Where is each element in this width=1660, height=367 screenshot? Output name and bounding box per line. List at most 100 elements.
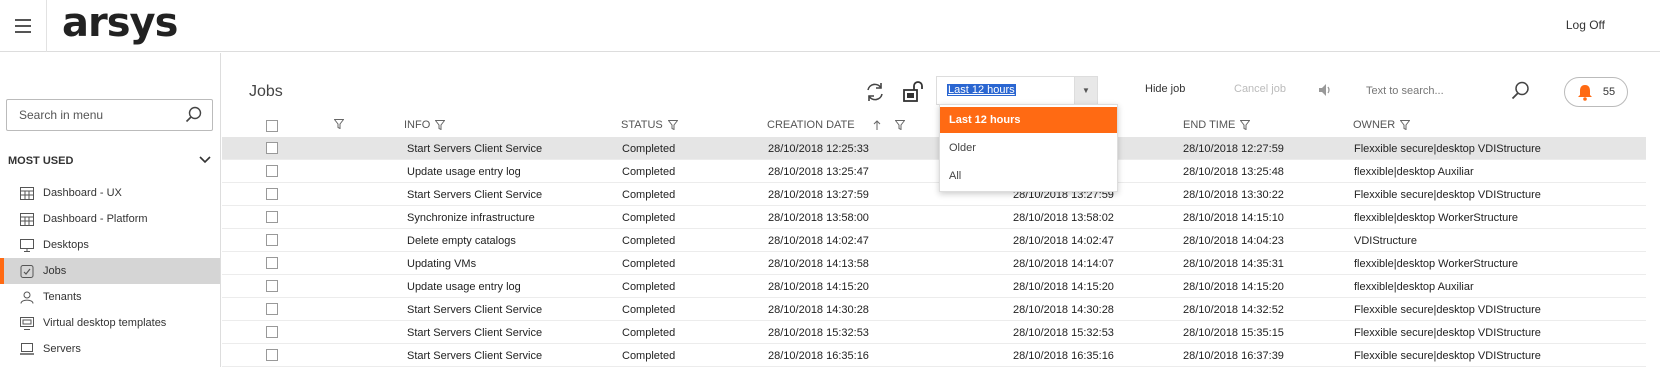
cell-creation-date: 28/10/2018 14:15:20: [768, 281, 869, 293]
cell-creation-date: 28/10/2018 13:25:47: [768, 166, 869, 178]
column-header-owner[interactable]: OWNER: [1353, 119, 1411, 131]
cell-info: Update usage entry log: [407, 166, 521, 178]
sidebar: Search in menu MOST USED Dashboard - UX …: [0, 53, 221, 367]
table-row[interactable]: Update usage entry log Completed 28/10/2…: [222, 275, 1646, 298]
cell-status: Completed: [622, 166, 676, 178]
cell-creation-date: 28/10/2018 13:27:59: [768, 189, 869, 201]
select-all-checkbox[interactable]: [266, 120, 278, 132]
table-row[interactable]: Start Servers Client Service Completed 2…: [222, 183, 1646, 206]
sidebar-item-label: Servers: [43, 343, 81, 355]
row-checkbox[interactable]: [266, 142, 278, 154]
cell-info: Start Servers Client Service: [407, 350, 543, 362]
sidebar-item-desktops[interactable]: Desktops: [0, 232, 220, 258]
cell-start-time: 28/10/2018 14:14:07: [1013, 258, 1114, 270]
dropdown-option-last-12-hours[interactable]: Last 12 hours: [940, 107, 1117, 133]
cell-status: Completed: [622, 304, 676, 316]
logoff-button[interactable]: Log Off: [1566, 18, 1605, 32]
dashboard-icon: [20, 212, 34, 226]
refresh-icon[interactable]: [864, 81, 886, 103]
chevron-down-icon[interactable]: [199, 152, 211, 168]
brand-logo: arsys: [62, 0, 178, 46]
main-content: Jobs Last 12 hours ▼ Hide job Cancel job…: [222, 53, 1660, 367]
sidebar-item-virtual-desktop-templates[interactable]: Virtual desktop templates: [0, 310, 220, 336]
server-icon: [20, 342, 34, 355]
sidebar-item-tenants[interactable]: Tenants: [0, 284, 220, 310]
filter-icon[interactable]: [667, 120, 678, 130]
cell-info: Synchronize infrastructure: [407, 212, 535, 224]
time-filter-select[interactable]: Last 12 hours ▼: [936, 76, 1098, 105]
sort-ascending-icon[interactable]: [872, 120, 882, 130]
search-input[interactable]: Text to search...: [1360, 77, 1538, 105]
hide-job-button[interactable]: Hide job: [1145, 83, 1185, 95]
cell-creation-date: 28/10/2018 16:35:16: [768, 350, 869, 362]
bell-icon: [1577, 84, 1592, 101]
notifications-button[interactable]: 55: [1564, 77, 1628, 107]
filter-icon[interactable]: [334, 119, 344, 129]
speaker-icon[interactable]: [1317, 82, 1333, 98]
dropdown-option-older[interactable]: Older: [940, 135, 1117, 161]
row-checkbox[interactable]: [266, 211, 278, 223]
cell-status: Completed: [622, 281, 676, 293]
table-row[interactable]: Synchronize infrastructure Completed 28/…: [222, 206, 1646, 229]
cell-end-time: 28/10/2018 14:35:31: [1183, 258, 1284, 270]
cell-status: Completed: [622, 350, 676, 362]
column-header-info[interactable]: INFO: [404, 119, 446, 131]
table-row[interactable]: Start Servers Client Service Completed 2…: [222, 321, 1646, 344]
cell-owner: Flexxible secure|desktop VDIStructure: [1354, 304, 1541, 316]
row-checkbox[interactable]: [266, 188, 278, 200]
most-used-label: MOST USED: [8, 155, 74, 167]
hamburger-menu-icon[interactable]: [0, 0, 47, 52]
top-bar: arsys Log Off: [0, 0, 1660, 52]
search-icon[interactable]: [185, 106, 202, 123]
column-label: STATUS: [621, 119, 663, 131]
table-row[interactable]: Start Servers Client Service Completed 2…: [222, 137, 1646, 160]
sidebar-item-servers[interactable]: Servers: [0, 336, 220, 362]
row-checkbox[interactable]: [266, 280, 278, 292]
table-header: INFO STATUS CREATION DATE END TIME OWNER: [222, 113, 1646, 137]
table-row[interactable]: Start Servers Client Service Completed 2…: [222, 344, 1646, 367]
filter-icon[interactable]: [435, 120, 446, 130]
unlock-icon[interactable]: [902, 81, 924, 103]
column-label: CREATION DATE: [767, 119, 855, 131]
cell-owner: Flexxible secure|desktop VDIStructure: [1354, 350, 1541, 362]
cell-info: Start Servers Client Service: [407, 304, 543, 316]
row-checkbox[interactable]: [266, 165, 278, 177]
search-icon[interactable]: [1511, 81, 1530, 100]
table-row[interactable]: Update usage entry log Completed 28/10/2…: [222, 160, 1646, 183]
cell-info: Update usage entry log: [407, 281, 521, 293]
row-checkbox[interactable]: [266, 326, 278, 338]
row-checkbox[interactable]: [266, 349, 278, 361]
row-checkbox[interactable]: [266, 257, 278, 269]
cancel-job-button[interactable]: Cancel job: [1234, 83, 1286, 95]
page-title: Jobs: [249, 83, 283, 100]
most-used-section-header[interactable]: MOST USED: [8, 155, 213, 167]
sidebar-search-input[interactable]: Search in menu: [6, 99, 213, 131]
table-row[interactable]: Delete empty catalogs Completed 28/10/20…: [222, 229, 1646, 252]
cell-end-time: 28/10/2018 14:15:20: [1183, 281, 1284, 293]
caret-down-icon[interactable]: ▼: [1074, 77, 1097, 104]
column-header-creation-date[interactable]: CREATION DATE: [767, 119, 905, 131]
sidebar-item-dashboard-ux[interactable]: Dashboard - UX: [0, 180, 220, 206]
dashboard-icon: [20, 186, 34, 200]
column-header-end-time[interactable]: END TIME: [1183, 119, 1251, 131]
cell-start-time: 28/10/2018 13:58:02: [1013, 212, 1114, 224]
cell-info: Start Servers Client Service: [407, 327, 543, 339]
cell-owner: flexxible|desktop Auxiliar: [1354, 281, 1474, 293]
filter-icon[interactable]: [1240, 120, 1251, 130]
row-checkbox[interactable]: [266, 303, 278, 315]
sidebar-item-label: Tenants: [43, 291, 82, 303]
sidebar-item-jobs[interactable]: Jobs: [0, 258, 220, 284]
cell-end-time: 28/10/2018 14:32:52: [1183, 304, 1284, 316]
sidebar-item-dashboard-platform[interactable]: Dashboard - Platform: [0, 206, 220, 232]
filter-icon[interactable]: [1400, 120, 1411, 130]
cell-info: Start Servers Client Service: [407, 189, 543, 201]
filter-icon[interactable]: [894, 120, 905, 130]
table-row[interactable]: Updating VMs Completed 28/10/2018 14:13:…: [222, 252, 1646, 275]
dropdown-option-all[interactable]: All: [940, 163, 1117, 189]
cell-owner: flexxible|desktop WorkerStructure: [1354, 212, 1519, 224]
row-checkbox[interactable]: [266, 234, 278, 246]
column-header-status[interactable]: STATUS: [621, 119, 678, 131]
column-label: INFO: [404, 119, 431, 131]
cell-creation-date: 28/10/2018 14:02:47: [768, 235, 869, 247]
table-row[interactable]: Start Servers Client Service Completed 2…: [222, 298, 1646, 321]
